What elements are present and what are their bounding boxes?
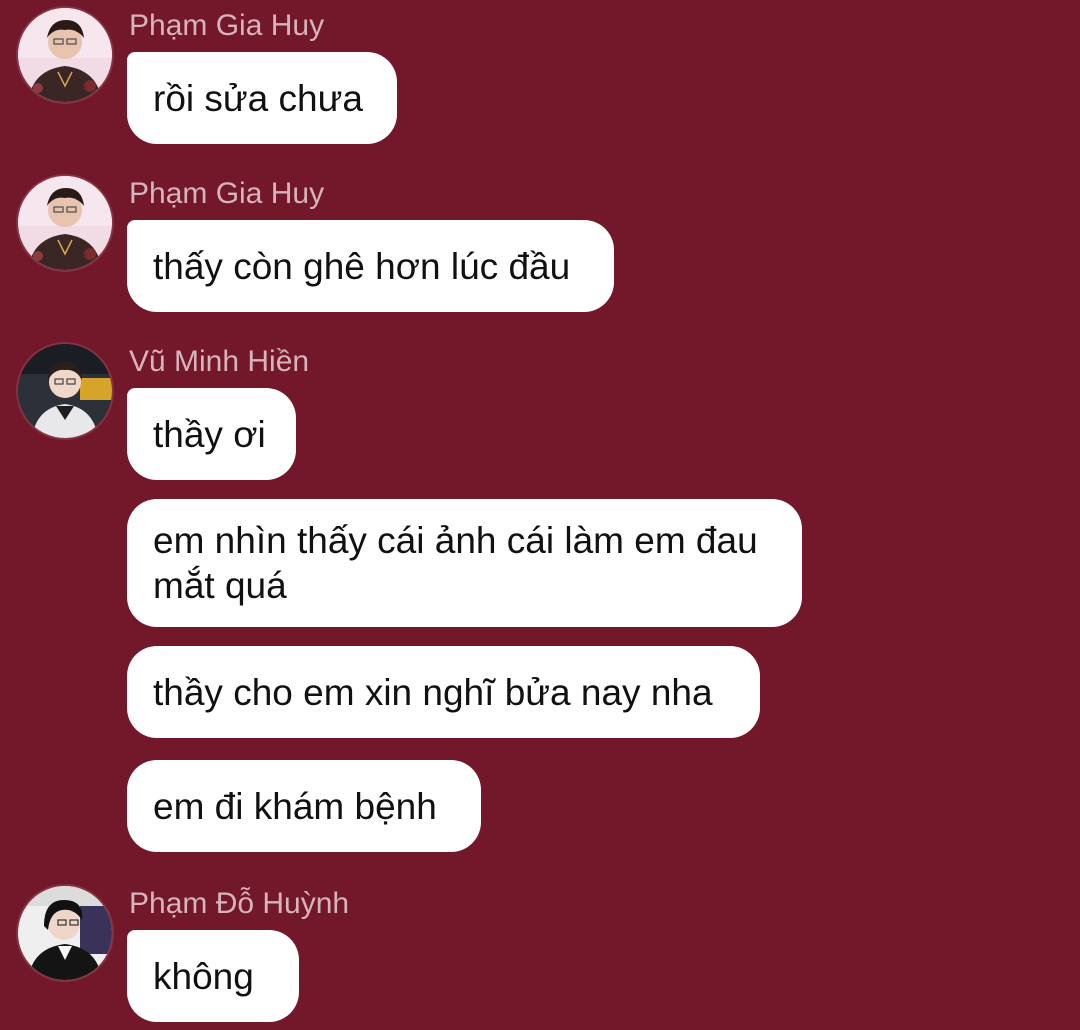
sender-name: Phạm Đỗ Huỳnh xyxy=(129,887,350,920)
chat-thread: Phạm Gia Huy rồi sửa chưa Phạm Gia Huy t… xyxy=(0,0,1080,1030)
sender-name: Phạm Gia Huy xyxy=(129,177,325,210)
user-avatar[interactable] xyxy=(16,342,114,440)
message-text: em nhìn thấy cái ảnh cái làm em đau mắt … xyxy=(153,520,758,606)
message-text: thầy ơi xyxy=(153,413,266,455)
sender-name: Vũ Minh Hiền xyxy=(129,345,310,378)
message-text: thầy cho em xin nghĩ bửa nay nha xyxy=(153,671,713,713)
message-bubble[interactable]: em nhìn thấy cái ảnh cái làm em đau mắt … xyxy=(127,499,802,627)
message-bubble[interactable]: thầy cho em xin nghĩ bửa nay nha xyxy=(127,646,760,738)
user-avatar[interactable] xyxy=(16,884,114,982)
message-bubble[interactable]: em đi khám bệnh xyxy=(127,760,481,852)
message-bubble[interactable]: rồi sửa chưa xyxy=(127,52,397,144)
message-bubble[interactable]: thầy ơi xyxy=(127,388,296,480)
message-text: rồi sửa chưa xyxy=(153,77,363,119)
user-avatar[interactable] xyxy=(16,174,114,272)
message-bubble[interactable]: thấy còn ghê hơn lúc đầu xyxy=(127,220,614,312)
message-text: không xyxy=(153,955,254,997)
message-text: em đi khám bệnh xyxy=(153,785,437,827)
sender-name: Phạm Gia Huy xyxy=(129,9,325,42)
message-bubble[interactable]: không xyxy=(127,930,299,1022)
user-avatar[interactable] xyxy=(16,6,114,104)
message-text: thấy còn ghê hơn lúc đầu xyxy=(153,245,571,287)
